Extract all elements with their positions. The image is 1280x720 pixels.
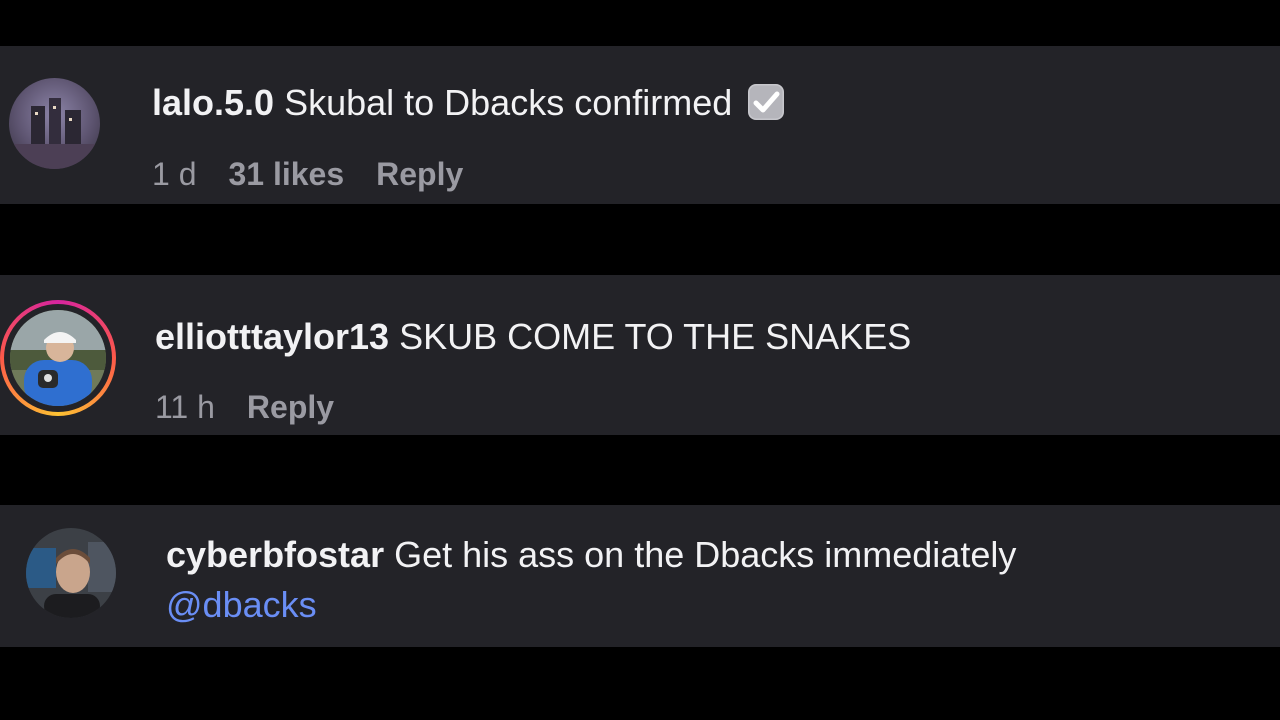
comment-text: Get his ass on the Dbacks immediately [384,534,1017,575]
avatar-image [9,78,100,169]
reply-button[interactable]: Reply [247,389,334,425]
comment-meta: 11 h Reply [155,389,366,426]
username[interactable]: lalo.5.0 [152,82,274,123]
avatar[interactable] [9,78,100,169]
timestamp: 11 h [155,389,215,425]
comment-meta: 1 d 31 likes Reply [152,156,495,193]
comment-text-line: elliotttaylor13 SKUB COME TO THE SNAKES [155,315,911,358]
mention-link[interactable]: @dbacks [166,583,317,626]
comment-text: SKUB COME TO THE SNAKES [389,316,912,357]
comment-text-line: lalo.5.0 Skubal to Dbacks confirmed [152,81,785,124]
avatar-image [10,310,106,406]
comment-card: lalo.5.0 Skubal to Dbacks confirmed 1 d 3… [0,46,1280,204]
username[interactable]: cyberbfostar [166,534,384,575]
likes-count[interactable]: 31 likes [228,156,344,192]
comment-card: cyberbfostar Get his ass on the Dbacks i… [0,505,1280,647]
comment-card: elliotttaylor13 SKUB COME TO THE SNAKES … [0,275,1280,435]
reply-button[interactable]: Reply [376,156,463,192]
avatar-image [26,528,116,618]
avatar[interactable] [26,528,116,618]
timestamp: 1 d [152,156,197,192]
comment-text-line: cyberbfostar Get his ass on the Dbacks i… [166,533,1016,576]
check-mark-button-icon [748,84,785,120]
avatar[interactable] [10,310,106,406]
comment-text: Skubal to Dbacks confirmed [274,82,743,123]
username[interactable]: elliotttaylor13 [155,316,389,357]
